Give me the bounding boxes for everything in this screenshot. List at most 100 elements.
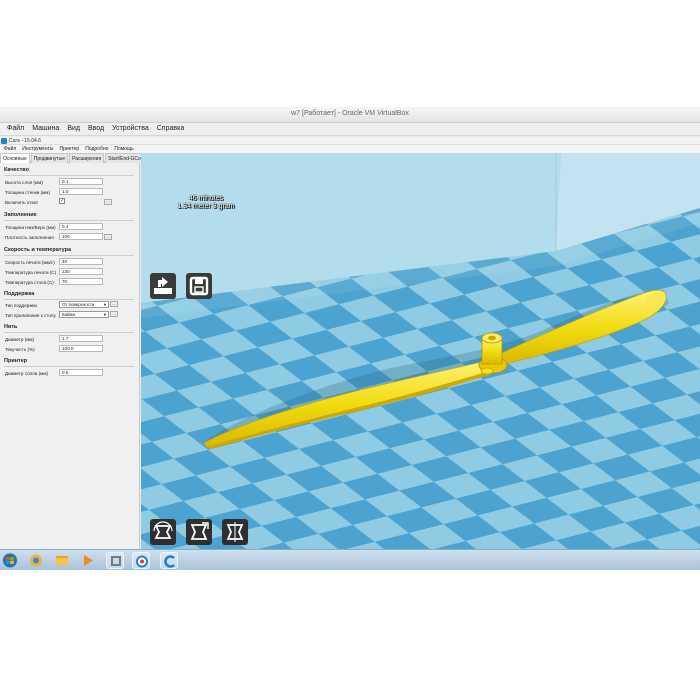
taskbar-cura[interactable] (132, 552, 150, 569)
adhesion-select[interactable]: Кайма ▼ (59, 311, 109, 318)
vbox-menu-machine[interactable]: Машина (28, 123, 63, 135)
divider (4, 220, 134, 221)
taskbar-app[interactable] (106, 552, 124, 569)
vbox-title-bar: w7 [Работает] - Oracle VM VirtualBox (0, 107, 700, 123)
nozzle-field[interactable]: 0.5 (59, 369, 103, 376)
fill-density-field[interactable]: 100 (59, 233, 103, 240)
divider (4, 299, 134, 300)
support-type-label: Тип поддержки (5, 303, 37, 308)
section-speed: Скорость и температура (4, 247, 72, 253)
section-quality: Качество (4, 167, 29, 173)
chevron-down-icon: ▼ (103, 302, 107, 307)
section-support: Поддержка (4, 291, 35, 297)
nozzle-label: Диаметр сопла (мм) (5, 371, 49, 376)
cura-menu-bar: Файл Инструменты Принтер Подробно Помощь (0, 145, 700, 153)
vbox-menu-view[interactable]: Вид (63, 123, 84, 135)
scale-icon (190, 522, 209, 540)
tab-plugins[interactable]: Расширения (69, 153, 105, 163)
retraction-more-button[interactable]: ... (104, 199, 112, 205)
adhesion-label: Тип прилипания к столу (5, 313, 56, 318)
retraction-label: Включить откат (5, 200, 39, 205)
cura-task-icon (136, 555, 148, 568)
settings-panel: Основные Продвинутые Расширения Start/En… (0, 153, 150, 570)
cura-menu-help[interactable]: Помощь (111, 145, 136, 153)
settings-tabs: Основные Продвинутые Расширения Start/En… (0, 153, 150, 163)
start-button[interactable] (1, 552, 19, 569)
print-speed-field[interactable]: 40 (59, 258, 103, 265)
save-gcode-button[interactable] (186, 273, 212, 299)
support-more-button[interactable]: ... (110, 301, 118, 307)
media-player-icon (84, 555, 93, 566)
divider (4, 366, 134, 367)
fill-density-label: Плотность заполнения (5, 235, 54, 240)
print-time: 46 minutes (188, 195, 224, 202)
bottom-top-field[interactable]: 0.4 (59, 223, 103, 230)
cura-menu-tools[interactable]: Инструменты (19, 145, 56, 153)
vbox-menu-file[interactable]: Файл (3, 123, 28, 135)
3d-viewport[interactable]: 46 minutes 1.34 meter 3 gram (141, 153, 700, 549)
diameter-label: Диаметр (мм) (5, 337, 35, 342)
load-model-icon (154, 277, 172, 294)
section-fill: Заполнение (4, 212, 37, 218)
rotate-icon (153, 521, 173, 539)
layer-height-field[interactable]: 0.1 (59, 178, 103, 185)
vbox-menu-input[interactable]: Ввод (84, 123, 108, 135)
taskbar (0, 549, 700, 570)
explorer-icon (30, 554, 42, 567)
cura-window-title: Cura - 15.04.6 (9, 138, 41, 144)
print-material: 1.34 meter 3 gram (177, 203, 235, 210)
divider (4, 332, 134, 333)
mirror-button[interactable] (222, 519, 248, 545)
mirror-icon (226, 522, 244, 542)
adhesion-value: Кайма (62, 312, 75, 317)
screen: w7 [Работает] - Oracle VM VirtualBox Фай… (0, 107, 700, 570)
folder-icon (56, 556, 68, 565)
fill-more-button[interactable]: ... (104, 234, 112, 240)
save-gcode-icon (189, 276, 209, 296)
divider (4, 255, 134, 256)
tab-advanced[interactable]: Продвинутые (30, 153, 69, 163)
bed-temp-label: Температура стола (C) (5, 280, 54, 285)
support-type-value: От поверхности (62, 302, 95, 307)
cura-menu-printer[interactable]: Принтер (56, 145, 82, 153)
load-model-button[interactable] (150, 273, 176, 299)
layer-height-label: Высота слоя (мм) (5, 180, 43, 185)
cura-app-icon (1, 138, 7, 144)
bed-temp-field[interactable]: 70 (59, 278, 103, 285)
shell-thickness-field[interactable]: 1.0 (59, 188, 103, 195)
adhesion-more-button[interactable]: ... (110, 311, 118, 317)
cura-title-bar: Cura - 15.04.6 (0, 137, 700, 145)
cura-menu-expert[interactable]: Подробно (82, 145, 111, 153)
tab-basic[interactable]: Основные (0, 153, 30, 163)
chevron-down-icon: ▼ (103, 312, 107, 317)
divider (4, 175, 134, 176)
vbox-window-title: w7 [Работает] - Oracle VM VirtualBox (291, 110, 409, 117)
print-speed-label: Скорость печати (мм/с) (5, 260, 55, 265)
support-type-select[interactable]: От поверхности ▼ (59, 301, 109, 308)
ccleaner-icon (164, 555, 175, 568)
bottom-top-label: Толщина Низ/Верх (мм) (5, 225, 56, 230)
cura-menu-file[interactable]: Файл (1, 145, 19, 153)
scale-button[interactable] (186, 519, 212, 545)
rotate-button[interactable] (150, 519, 176, 545)
print-temp-field[interactable]: 230 (59, 268, 103, 275)
section-printer: Принтер (4, 358, 28, 364)
taskbar-explorer[interactable] (27, 552, 45, 569)
taskbar-media-player[interactable] (79, 552, 97, 569)
vbox-menu-devices[interactable]: Устройства (108, 123, 153, 135)
diameter-field[interactable]: 1.7 (59, 335, 103, 342)
shell-thickness-label: Толщина стенки (мм) (5, 190, 50, 195)
flow-field[interactable]: 100.0 (59, 345, 103, 352)
flow-label: Текучесть (%) (5, 347, 35, 352)
print-temp-label: Температура печати (C) (5, 270, 57, 275)
vbox-menu-bar: Файл Машина Вид Ввод Устройства Справка (0, 123, 700, 136)
start-orb-icon (2, 552, 18, 569)
vbox-menu-help[interactable]: Справка (153, 123, 188, 135)
retraction-checkbox[interactable]: ✓ (59, 198, 65, 204)
print-stats: 46 minutes 1.34 meter 3 gram (161, 195, 251, 211)
scene (141, 153, 700, 549)
taskbar-folder[interactable] (53, 552, 71, 569)
app-icon (111, 556, 121, 566)
taskbar-ccleaner[interactable] (160, 552, 178, 569)
section-filament: Нить (4, 324, 18, 330)
